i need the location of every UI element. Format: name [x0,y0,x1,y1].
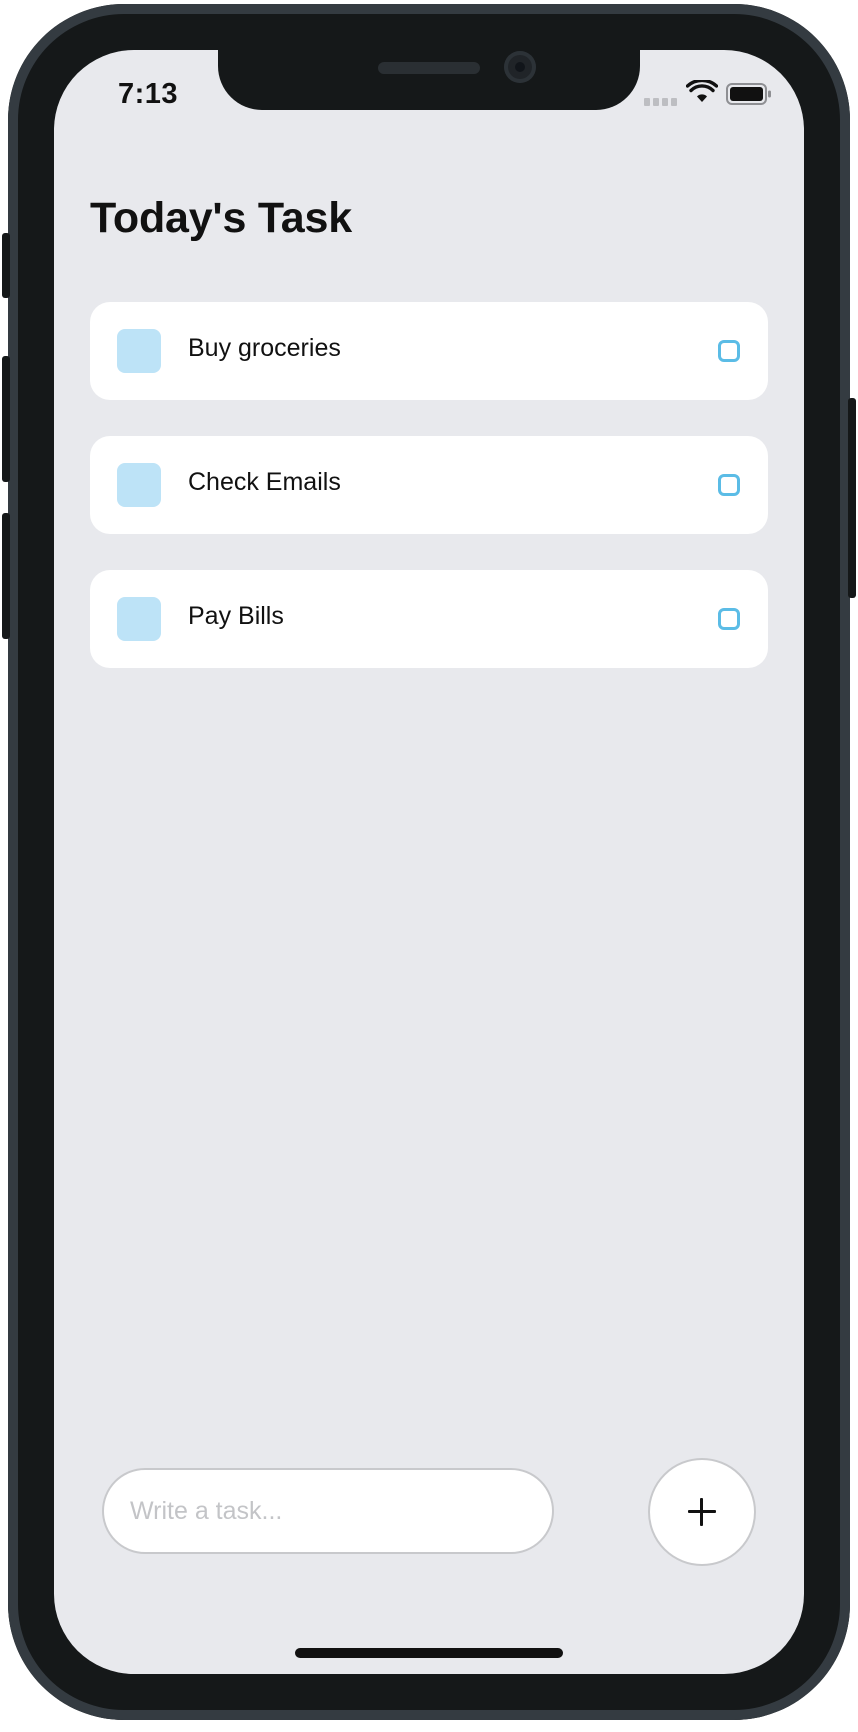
page-title: Today's Task [90,194,352,242]
task-input[interactable] [102,1468,554,1554]
task-checkbox[interactable] [718,608,740,630]
task-label: Pay Bills [188,602,284,630]
task-color-square [117,463,161,507]
task-item-buy-groceries[interactable]: Buy groceries [90,302,768,400]
speaker-grille [378,62,480,74]
task-color-square [117,329,161,373]
front-camera [504,51,536,83]
home-indicator [295,1648,563,1658]
status-time: 7:13 [118,78,179,110]
plus-icon [688,1498,716,1526]
task-label: Check Emails [188,468,341,496]
volume-up-button [2,356,10,482]
volume-down-button [2,513,10,639]
task-item-pay-bills[interactable]: Pay Bills [90,570,768,668]
wifi-icon [686,80,718,102]
task-label: Buy groceries [188,334,341,362]
battery-icon [726,83,771,105]
cellular-signal-icon [644,98,678,106]
add-task-button[interactable] [648,1458,756,1566]
device-notch [218,50,640,110]
task-color-square [117,597,161,641]
task-item-check-emails[interactable]: Check Emails [90,436,768,534]
mute-switch [2,233,10,298]
task-checkbox[interactable] [718,340,740,362]
task-list: Buy groceries Check Emails Pay Bills [90,302,768,704]
app-screen: 7:13 Today's Task Buy groceries Check Em… [54,50,804,1674]
task-checkbox[interactable] [718,474,740,496]
power-button [848,398,856,598]
